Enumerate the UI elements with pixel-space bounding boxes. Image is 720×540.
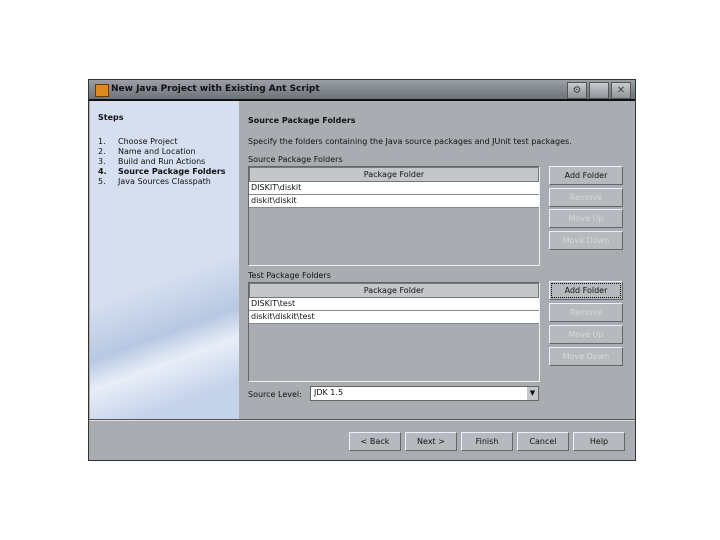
window-title: New Java Project with Existing Ant Scrip… [111,84,320,94]
java-project-icon [95,84,109,97]
cancel-button[interactable]: Cancel [517,432,569,451]
divider [89,419,635,421]
column-header[interactable]: Package Folder [249,283,539,298]
step-item: 3. Build and Run Actions [98,157,206,166]
wizard-dialog: New Java Project with Existing Ant Scrip… [88,79,636,461]
step-item: 2. Name and Location [98,147,196,156]
help-button[interactable]: Help [573,432,625,451]
pin-icon[interactable]: ⚙ [567,82,587,99]
title-bar[interactable]: New Java Project with Existing Ant Scrip… [89,80,635,101]
add-source-folder-button[interactable]: Add Folder [549,166,623,185]
steps-heading: Steps [98,113,124,122]
move-down-test-button[interactable]: Move Down [549,347,623,366]
source-folders-label: Source Package Folders [248,155,343,164]
table-row[interactable]: diskit\diskit\test [249,311,539,324]
move-up-test-button[interactable]: Move Up [549,325,623,344]
move-up-source-button[interactable]: Move Up [549,209,623,228]
finish-button[interactable]: Finish [461,432,513,451]
source-level-value: JDK 1.5 [314,388,344,397]
step-item: 5. Java Sources Classpath [98,177,211,186]
steps-panel: Steps 1. Choose Project 2. Name and Locati… [90,101,239,419]
close-button[interactable]: ✕ [611,82,631,99]
chevron-down-icon[interactable]: ▼ [527,387,538,400]
column-header[interactable]: Package Folder [249,167,539,182]
table-row[interactable]: DISKIT\diskit [249,182,539,195]
next-button[interactable]: Next > [405,432,457,451]
back-button[interactable]: < Back [349,432,401,451]
source-level-select[interactable]: JDK 1.5 ▼ [310,386,539,401]
test-folders-table[interactable]: Package Folder DISKIT\test diskit\diskit… [248,282,540,382]
table-row[interactable]: diskit\diskit [249,195,539,208]
test-folders-label: Test Package Folders [248,271,331,280]
description: Specify the folders containing the Java … [248,137,572,146]
remove-source-folder-button[interactable]: Remove [549,188,623,207]
maximize-button[interactable] [589,82,609,99]
source-folders-table[interactable]: Package Folder DISKIT\diskit diskit\disk… [248,166,540,266]
table-row[interactable]: DISKIT\test [249,298,539,311]
add-test-folder-button[interactable]: Add Folder [549,281,623,300]
source-level-label: Source Level: [248,390,302,399]
step-item-current: 4. Source Package Folders [98,167,226,176]
remove-test-folder-button[interactable]: Remove [549,303,623,322]
move-down-source-button[interactable]: Move Down [549,231,623,250]
step-item: 1. Choose Project [98,137,178,146]
page-title: Source Package Folders [248,116,356,125]
